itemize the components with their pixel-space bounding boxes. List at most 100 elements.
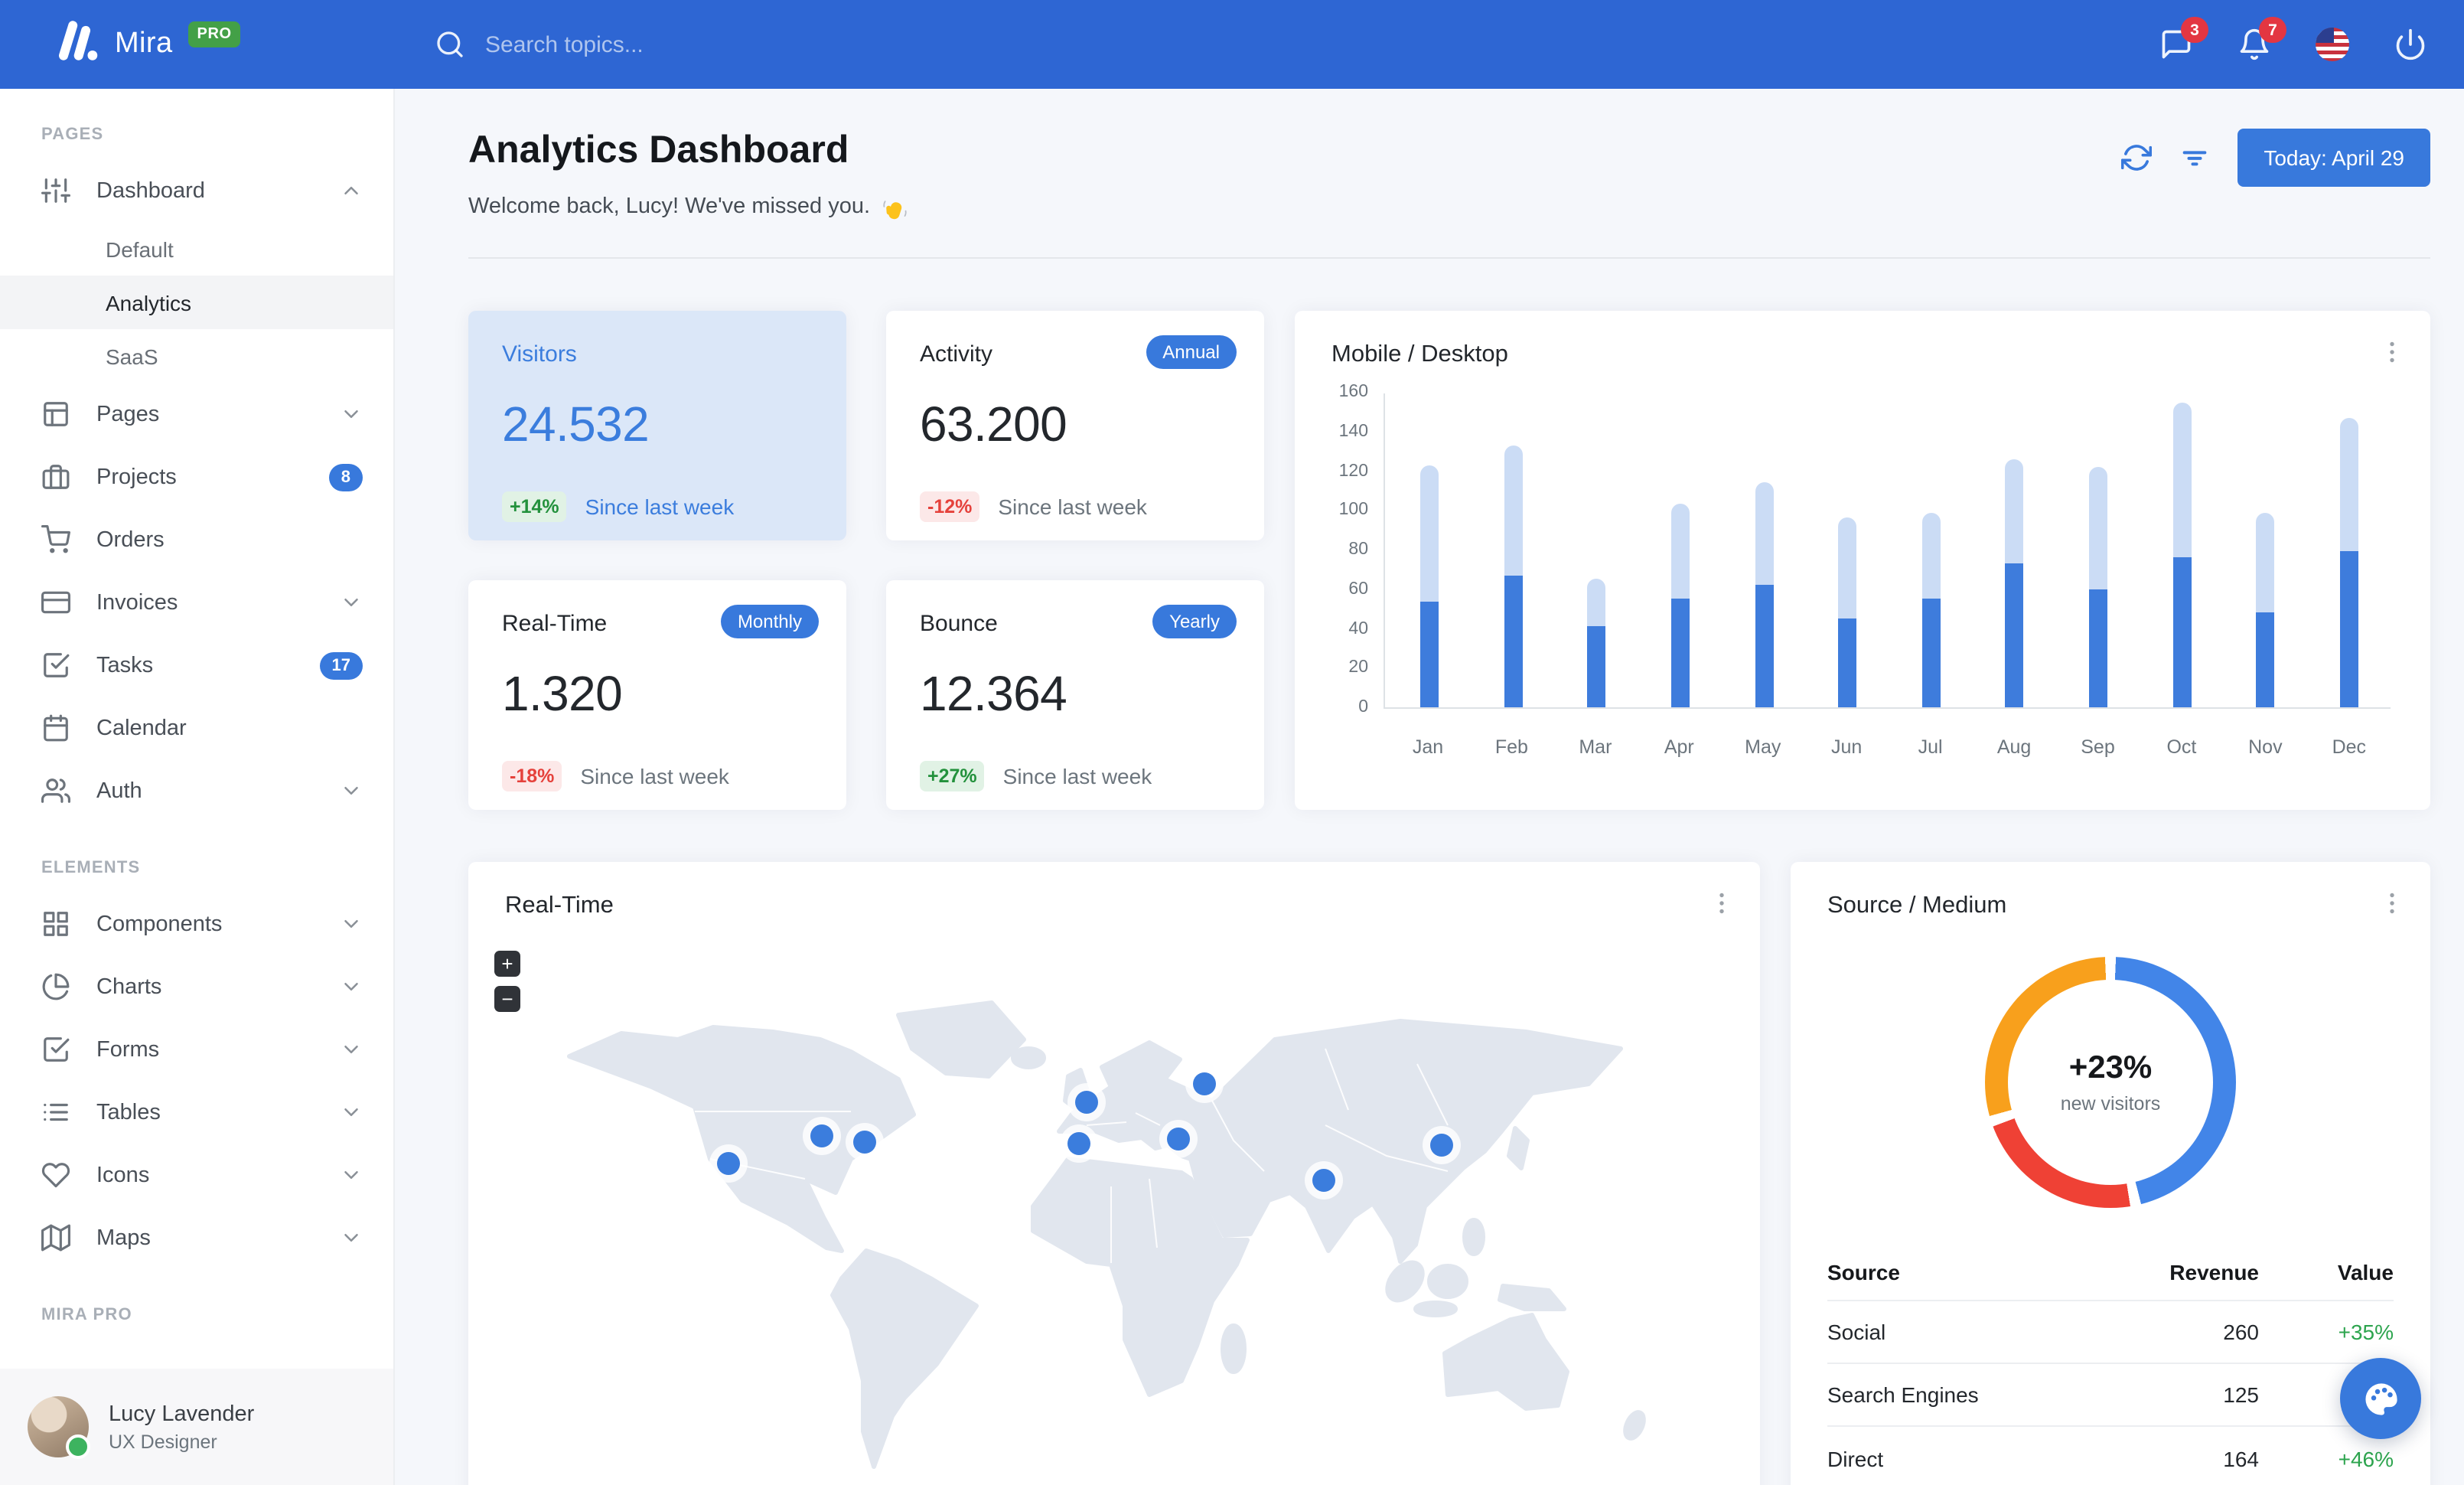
map-marker[interactable] <box>810 1124 833 1147</box>
x-axis-label: Jan <box>1412 736 1444 758</box>
bar-jan[interactable] <box>1403 465 1455 707</box>
sidebar-item-components[interactable]: Components <box>0 893 393 955</box>
users-icon <box>41 776 70 805</box>
avatar <box>28 1396 90 1459</box>
map-marker[interactable] <box>1312 1169 1335 1192</box>
source-table-header: Source Revenue Value <box>1827 1245 2394 1301</box>
list-icon <box>41 1098 70 1127</box>
sidebar-item-orders[interactable]: Orders <box>0 508 393 571</box>
desktop-bar-segment <box>1504 445 1523 576</box>
bar-oct[interactable] <box>2156 402 2208 707</box>
desktop-bar-segment <box>2005 459 2024 563</box>
bar-apr[interactable] <box>1654 504 1706 707</box>
map-icon <box>41 1223 70 1252</box>
period-chip[interactable]: Monthly <box>720 605 819 638</box>
map-marker[interactable] <box>853 1131 876 1154</box>
y-axis-tick: 80 <box>1348 540 1368 559</box>
map-marker[interactable] <box>717 1152 740 1175</box>
navbar-search[interactable] <box>435 29 852 60</box>
donut-center-value: +23% <box>2068 1050 2153 1085</box>
bar-jul[interactable] <box>1905 512 1957 707</box>
table-row-search-engines: Search Engines125-12% <box>1827 1364 2394 1427</box>
map-marker[interactable] <box>1430 1134 1453 1157</box>
bar-feb[interactable] <box>1487 445 1539 707</box>
refresh-icon[interactable] <box>2121 142 2153 173</box>
map-marker[interactable] <box>1067 1132 1090 1155</box>
more-options-icon[interactable] <box>1708 889 1736 917</box>
x-axis-label: Oct <box>2166 736 2197 758</box>
map-zoom-out-button[interactable]: − <box>494 986 520 1012</box>
stats-grid: Visitors 24.532 +14% Since last week Activit… <box>468 311 1264 810</box>
bar-may[interactable] <box>1738 482 1790 707</box>
sidebar-item-forms[interactable]: Forms <box>0 1018 393 1081</box>
sidebar-item-calendar[interactable]: Calendar <box>0 697 393 759</box>
notifications-count-badge: 7 <box>2259 17 2286 43</box>
period-chip[interactable]: Yearly <box>1152 605 1237 638</box>
sidebar-item-projects[interactable]: Projects 8 <box>0 445 393 508</box>
bar-aug[interactable] <box>1989 459 2041 707</box>
mobile-bar-segment <box>2172 557 2192 707</box>
stat-value: 12.364 <box>920 666 1067 721</box>
revenue-cell: 260 <box>2223 1320 2259 1344</box>
filter-icon[interactable] <box>2179 142 2210 173</box>
map-marker[interactable] <box>1167 1128 1190 1150</box>
stat-card-real-time: Real-Time Monthly 1.320 -18% Since last week <box>468 580 846 810</box>
wave-emoji <box>879 196 908 225</box>
stat-card-visitors: Visitors 24.532 +14% Since last week <box>468 311 846 540</box>
revenue-cell: 125 <box>2223 1382 2259 1407</box>
brand[interactable]: Mira PRO <box>0 20 395 69</box>
stat-card-activity: Activity Annual 63.200 -12% Since last week <box>886 311 1264 540</box>
chevron-down-icon <box>340 975 363 998</box>
heart-icon <box>41 1160 70 1190</box>
stat-value: 24.532 <box>502 397 650 452</box>
date-range-button[interactable]: Today: April 29 <box>2237 129 2430 187</box>
search-input[interactable] <box>485 31 852 57</box>
calendar-icon <box>41 713 70 742</box>
more-options-icon[interactable] <box>2378 338 2406 366</box>
sidebar-subitem-saas[interactable]: SaaS <box>0 329 393 383</box>
world-map[interactable]: + − <box>468 942 1760 1485</box>
mobile-bar-segment <box>1838 618 1857 707</box>
more-options-icon[interactable] <box>2378 889 2406 917</box>
map-marker[interactable] <box>1075 1091 1098 1114</box>
sidebar-subitem-default[interactable]: Default <box>0 222 393 276</box>
y-axis-tick: 20 <box>1348 658 1368 677</box>
map-marker[interactable] <box>1193 1072 1216 1095</box>
x-axis-label: Feb <box>1494 736 1528 758</box>
mobile-bar-segment <box>1504 575 1523 707</box>
theme-settings-fab[interactable] <box>2340 1358 2421 1439</box>
bar-dec[interactable] <box>2323 417 2375 707</box>
logout-button[interactable] <box>2394 28 2427 61</box>
bar-mar[interactable] <box>1571 579 1623 707</box>
stacked-bar-chart: Jan Feb Mar Apr May Jun Jul Aug Sep Oct Nov Dec 0 20… <box>1331 383 2394 776</box>
sidebar-user[interactable]: Lucy Lavender UX Designer <box>0 1369 393 1485</box>
sidebar-item-tasks[interactable]: Tasks 17 <box>0 634 393 697</box>
y-axis-tick: 100 <box>1338 501 1368 520</box>
mobile-bar-segment <box>2089 589 2107 707</box>
sidebar-item-icons[interactable]: Icons <box>0 1144 393 1206</box>
desktop-bar-segment <box>1420 465 1439 601</box>
sidebar-item-charts[interactable]: Charts <box>0 955 393 1018</box>
sidebar-item-maps[interactable]: Maps <box>0 1206 393 1269</box>
map-zoom-in-button[interactable]: + <box>494 951 520 977</box>
cart-icon <box>41 525 70 554</box>
sidebar-item-tables[interactable]: Tables <box>0 1081 393 1144</box>
sidebar-item-invoices[interactable]: Invoices <box>0 571 393 634</box>
x-axis-label: Jun <box>1831 736 1863 758</box>
bar-nov[interactable] <box>2240 512 2292 707</box>
welcome-text: Welcome back, Lucy! We've missed you. <box>468 191 908 220</box>
period-chip[interactable]: Annual <box>1146 335 1237 369</box>
top-navbar: Mira PRO 3 7 <box>0 0 2464 89</box>
sidebar-item-dashboard[interactable]: Dashboard <box>0 159 393 222</box>
bar-jun[interactable] <box>1821 517 1873 707</box>
bar-sep[interactable] <box>2072 466 2124 707</box>
sidebar-item-auth[interactable]: Auth <box>0 759 393 822</box>
messages-button[interactable]: 3 <box>2159 17 2208 61</box>
sidebar-item-pages[interactable]: Pages <box>0 383 393 445</box>
notifications-button[interactable]: 7 <box>2237 17 2286 61</box>
sidebar-subitem-analytics[interactable]: Analytics <box>0 276 393 329</box>
us-flag-icon[interactable] <box>2316 28 2349 61</box>
stat-caption: Since last week <box>1002 764 1152 788</box>
mobile-bar-segment <box>1921 599 1941 707</box>
y-axis-tick: 60 <box>1348 579 1368 599</box>
